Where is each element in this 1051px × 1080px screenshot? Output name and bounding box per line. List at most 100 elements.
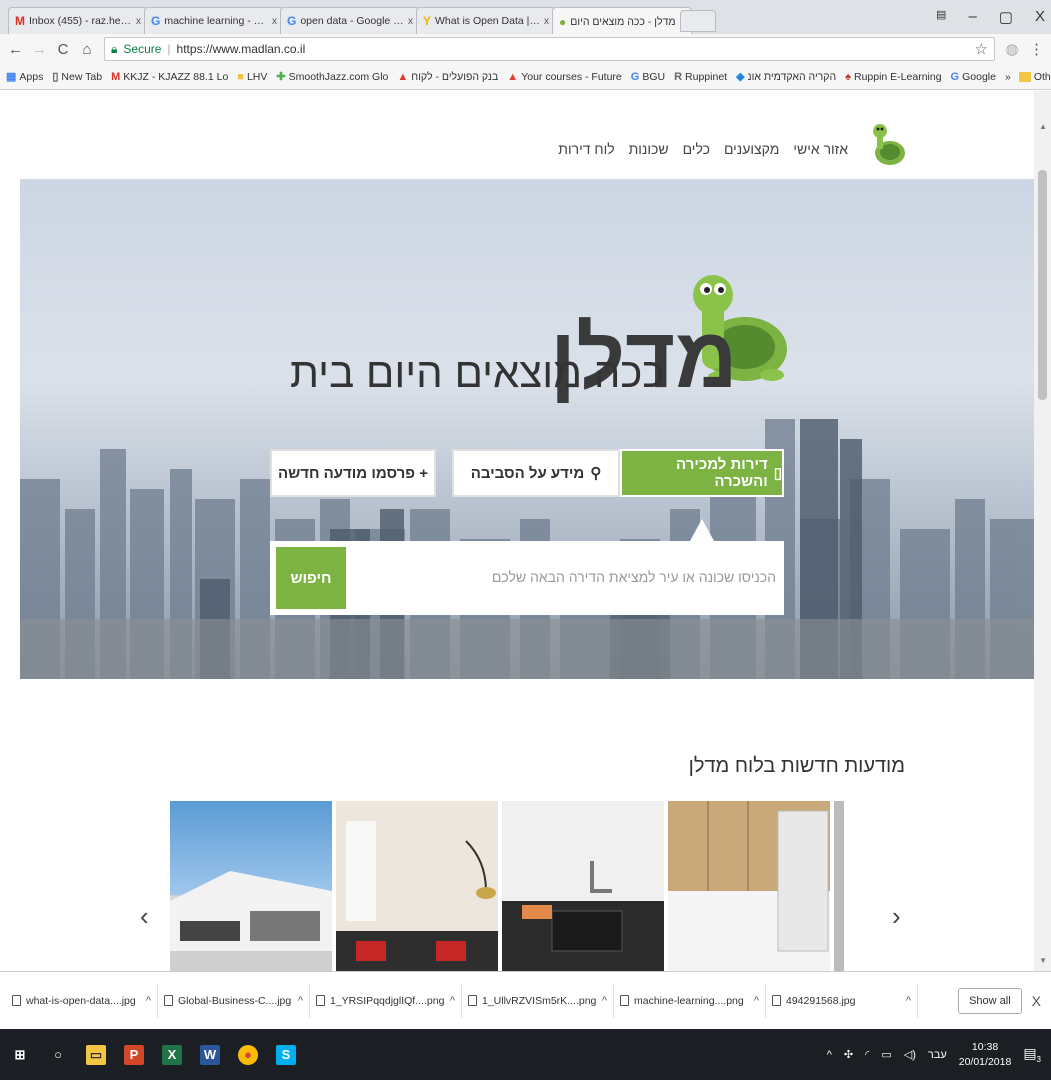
sale-rent-button[interactable]: ▯ דירות למכירה והשכרה [620, 449, 784, 497]
reload-icon[interactable]: C [56, 41, 70, 58]
download-item[interactable]: machine-learning....png ^ [614, 983, 766, 1018]
bookmark-label: SmoothJazz.com Glo [288, 70, 389, 83]
bookmark-item[interactable]: ♠ Ruppin E-Learning [845, 71, 941, 83]
file-icon [772, 995, 781, 1006]
browser-tab[interactable]: M Inbox (455) - raz.heiferm x [8, 7, 148, 34]
listing-card[interactable] [336, 801, 498, 971]
scroll-down-arrow[interactable]: ▼ [1039, 956, 1047, 965]
bookmarks-bar: ▦ Apps ▯ New Tab M KKJZ - KJAZZ 88.1 Lo ■ LHV ✚ S… [0, 64, 1051, 90]
bookmark-item[interactable]: G BGU [631, 71, 665, 83]
bookmark-item[interactable]: ▲ בנק הפועלים - לקוח [397, 71, 498, 83]
file-explorer-icon[interactable]: ▭ [86, 1044, 106, 1065]
download-item[interactable]: 494291568.jpg ^ [766, 983, 918, 1018]
forward-icon[interactable]: → [32, 41, 47, 58]
site-nav-item[interactable]: לוח דירות [558, 141, 614, 157]
download-item[interactable]: 1_UllvRZVISm5rK....png ^ [462, 983, 614, 1018]
site-nav-item[interactable]: שכונות [629, 141, 669, 157]
download-menu-caret[interactable]: ^ [754, 995, 759, 1007]
url-field[interactable]: 🔒︎ Secure | https://www.madlan.co.il ☆ [104, 37, 995, 61]
download-item[interactable]: 1_YRSIPqqdjglIQf....png ^ [310, 983, 462, 1018]
home-icon[interactable]: ⌂ [80, 41, 94, 58]
site-nav-item[interactable]: כלים [683, 141, 710, 157]
browser-tab[interactable]: ●מדלן - ככה מוצאים היוםx [552, 7, 692, 35]
listing-card[interactable] [668, 801, 830, 971]
input-language[interactable]: עבר [928, 1049, 947, 1061]
excel-icon[interactable]: X [162, 1044, 182, 1065]
search-input[interactable] [350, 555, 776, 599]
lock-icon: 🔒︎ [111, 41, 118, 56]
windows-start-icon[interactable]: ⊞ [10, 1045, 30, 1065]
site-nav-item[interactable]: מקצוענים [724, 141, 779, 157]
bookmark-icon: ♠ [845, 70, 851, 83]
minimize-button[interactable]: – [968, 8, 976, 26]
site-header: לוח דירות שכונות כלים מקצוענים אזור אישי [0, 91, 1034, 179]
tab-pointer [690, 519, 714, 541]
network-icon[interactable]: ✣ [844, 1048, 853, 1061]
bookmark-star-icon[interactable]: ☆ [975, 40, 988, 58]
browser-tab[interactable]: Gmachine learning - Goog x [144, 7, 284, 34]
download-menu-caret[interactable]: ^ [298, 995, 303, 1007]
madlan-logo-icon[interactable] [868, 121, 908, 167]
tab-close-icon[interactable]: x [544, 16, 549, 27]
menu-icon[interactable]: ⋮ [1029, 40, 1044, 58]
scroll-up-arrow[interactable]: ▲ [1039, 122, 1047, 131]
bookmark-item[interactable]: ▦ Apps [6, 70, 43, 84]
chrome-icon[interactable]: ● [238, 1044, 258, 1065]
skype-icon[interactable]: S [276, 1044, 296, 1065]
download-menu-caret[interactable]: ^ [450, 995, 455, 1007]
download-item[interactable]: Global-Business-C....jpg ^ [158, 983, 310, 1018]
bookmarks-more-button[interactable]: » [1005, 71, 1011, 83]
other-bookmarks[interactable]: Other bookmarks [1018, 71, 1051, 83]
listing-card-partial[interactable] [834, 801, 844, 971]
bookmark-item[interactable]: ▯ New Tab [52, 70, 102, 84]
page-scrollbar[interactable] [1034, 91, 1051, 971]
battery-icon[interactable]: ▭ [881, 1048, 891, 1061]
tab-close-icon[interactable]: x [136, 16, 141, 27]
listings-title: מודעות חדשות בלוח מדלן [688, 755, 905, 777]
download-menu-caret[interactable]: ^ [146, 995, 151, 1007]
powerpoint-icon[interactable]: P [124, 1044, 144, 1065]
bookmark-icon: ✚ [276, 71, 286, 83]
download-menu-caret[interactable]: ^ [906, 995, 911, 1007]
word-icon[interactable]: W [200, 1044, 220, 1065]
cortana-icon[interactable]: ○ [48, 1045, 68, 1065]
listing-card[interactable] [502, 801, 664, 971]
bookmark-item[interactable]: ▲ Your courses - Future [507, 71, 621, 83]
site-nav-item[interactable]: אזור אישי [793, 141, 848, 157]
bookmark-item[interactable]: G Google [951, 71, 996, 83]
close-button[interactable]: X [1035, 8, 1045, 26]
bookmark-item[interactable]: ✚ SmoothJazz.com Glo [276, 70, 389, 84]
browser-tab[interactable]: YWhat is Open Data | Visu x [416, 7, 556, 34]
profile-icon[interactable]: ▤ [936, 8, 946, 26]
wifi-icon[interactable]: ◜ [865, 1048, 869, 1061]
bookmark-item[interactable]: R Ruppinet [674, 71, 727, 83]
extension-icon[interactable]: ◍ [1005, 40, 1019, 58]
back-icon[interactable]: ← [8, 41, 23, 58]
bookmark-item[interactable]: M KKJZ - KJAZZ 88.1 Lo [111, 71, 228, 83]
neighborhood-info-button[interactable]: ⚲ מידע על הסביבה [452, 449, 620, 497]
listing-card[interactable] [170, 801, 332, 971]
show-all-button[interactable]: Show all [958, 987, 1022, 1014]
download-item[interactable]: what-is-open-data....jpg ^ [6, 983, 158, 1018]
scroll-thumb[interactable] [1038, 170, 1047, 400]
notification-center-icon[interactable]: ▤3 [1023, 1045, 1041, 1064]
carousel-prev-button[interactable]: ‹ [140, 901, 149, 932]
carousel-next-button[interactable]: › [892, 901, 901, 932]
tab-close-icon[interactable]: x [272, 16, 277, 27]
tray-expand-icon[interactable]: ^ [827, 1049, 832, 1061]
post-listing-button[interactable]: + פרסמו מודעה חדשה [270, 449, 436, 497]
volume-icon[interactable]: ◁) [904, 1048, 916, 1061]
clock[interactable]: 10:38 20/01/2018 [959, 1040, 1012, 1070]
bookmark-label: הקריה האקדמית אונ [747, 70, 837, 83]
bookmark-item[interactable]: ■ LHV [237, 71, 267, 83]
download-menu-caret[interactable]: ^ [602, 995, 607, 1007]
browser-tab[interactable]: Gopen data - Google Sear x [280, 7, 420, 34]
tab-close-icon[interactable]: x [408, 16, 413, 27]
search-button[interactable]: חיפוש [276, 547, 346, 609]
new-tab-button[interactable] [680, 10, 716, 32]
bookmark-item[interactable]: ◆ הקריה האקדמית אונ [736, 70, 837, 84]
house-photo [170, 871, 332, 971]
maximize-button[interactable]: ▢ [999, 8, 1013, 26]
kitchen-cabinets-photo [668, 801, 830, 971]
downloads-close-button[interactable]: X [1032, 993, 1041, 1009]
